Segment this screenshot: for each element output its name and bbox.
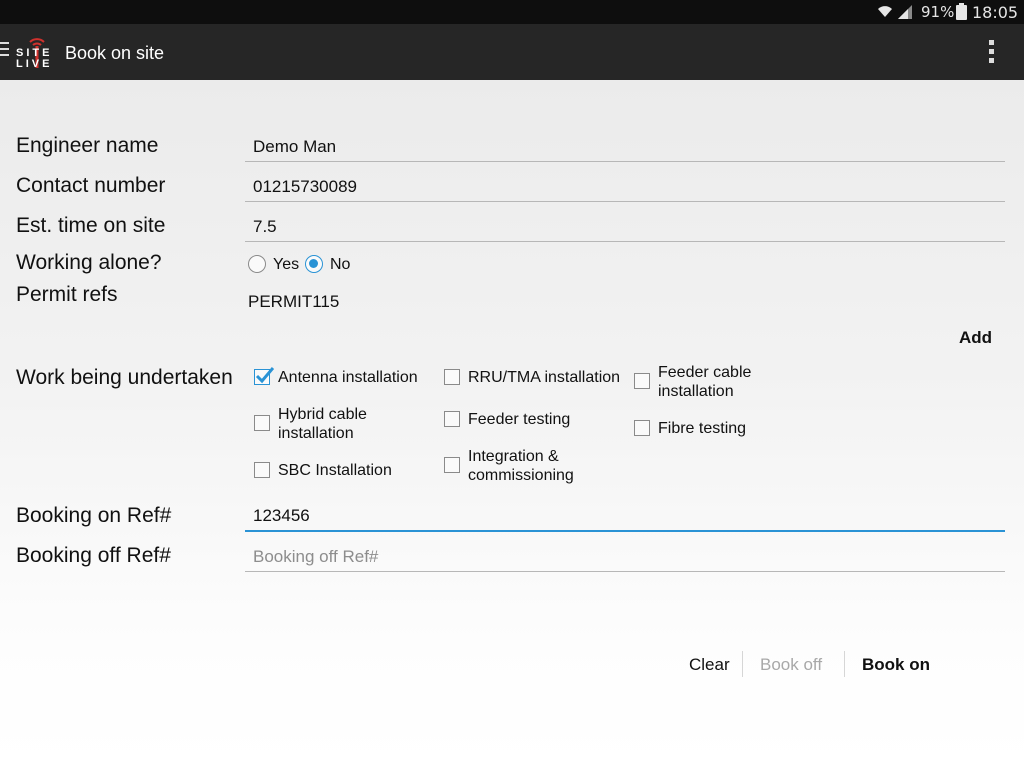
status-bar: 91% 18:05 — [0, 0, 1024, 24]
est-time-input[interactable] — [245, 208, 1005, 242]
book-off-button[interactable]: Book off — [760, 655, 822, 675]
engineer-name-input[interactable] — [245, 128, 1005, 162]
logo-text-bottom: LIVE — [16, 58, 52, 70]
antenna-installation-checkbox[interactable] — [254, 367, 274, 385]
fibre-testing-label[interactable]: Fibre testing — [658, 419, 828, 438]
status-clock: 18:05 — [972, 3, 1019, 22]
rru-tma-installation-label[interactable]: RRU/TMA installation — [468, 368, 638, 387]
sbc-installation-checkbox[interactable] — [254, 462, 270, 478]
signal-icon — [897, 4, 913, 24]
hamburger-icon[interactable] — [0, 42, 10, 58]
rru-tma-installation-checkbox[interactable] — [444, 369, 460, 385]
site-live-logo[interactable]: SITE LIVE — [14, 34, 60, 70]
button-divider — [742, 651, 743, 677]
working-alone-yes-radio[interactable] — [248, 255, 266, 273]
work-undertaken-label: Work being undertaken — [16, 366, 233, 389]
button-divider — [844, 651, 845, 677]
action-bar: SITE LIVE Book on site — [0, 24, 1024, 80]
battery-icon — [956, 3, 967, 24]
antenna-installation-label[interactable]: Antenna installation — [278, 368, 448, 387]
hybrid-cable-installation-checkbox[interactable] — [254, 415, 270, 431]
booking-off-ref-label: Booking off Ref# — [16, 544, 171, 567]
check-icon — [255, 367, 274, 384]
booking-on-ref-input[interactable] — [245, 498, 1005, 532]
clear-button[interactable]: Clear — [689, 655, 730, 675]
contact-number-label: Contact number — [16, 174, 166, 197]
contact-number-input[interactable] — [245, 168, 1005, 202]
working-alone-label: Working alone? — [16, 251, 162, 274]
fibre-testing-checkbox[interactable] — [634, 420, 650, 436]
wifi-icon — [877, 3, 893, 23]
feeder-cable-installation-label[interactable]: Feeder cable installation — [658, 363, 768, 401]
est-time-label: Est. time on site — [16, 214, 166, 237]
permit-ref-value: PERMIT115 — [248, 292, 340, 311]
booking-on-ref-label: Booking on Ref# — [16, 504, 172, 527]
working-alone-no-radio[interactable] — [305, 255, 323, 273]
working-alone-no-label[interactable]: No — [330, 256, 350, 274]
page-title: Book on site — [65, 43, 165, 63]
feeder-testing-label[interactable]: Feeder testing — [468, 410, 638, 429]
integration-commissioning-label[interactable]: Integration & commissioning — [468, 447, 588, 485]
engineer-name-label: Engineer name — [16, 134, 159, 157]
booking-off-ref-input[interactable] — [245, 538, 1005, 572]
book-on-button[interactable]: Book on — [862, 655, 930, 675]
integration-commissioning-checkbox[interactable] — [444, 457, 460, 473]
feeder-testing-checkbox[interactable] — [444, 411, 460, 427]
permit-refs-label: Permit refs — [16, 283, 118, 306]
feeder-cable-installation-checkbox[interactable] — [634, 373, 650, 389]
working-alone-yes-label[interactable]: Yes — [273, 256, 299, 274]
hybrid-cable-installation-label[interactable]: Hybrid cable installation — [278, 405, 388, 443]
overflow-menu-icon[interactable] — [988, 40, 996, 66]
add-permit-button[interactable]: Add — [959, 328, 992, 348]
sbc-installation-label[interactable]: SBC Installation — [278, 461, 448, 480]
battery-percent: 91% — [921, 3, 955, 21]
